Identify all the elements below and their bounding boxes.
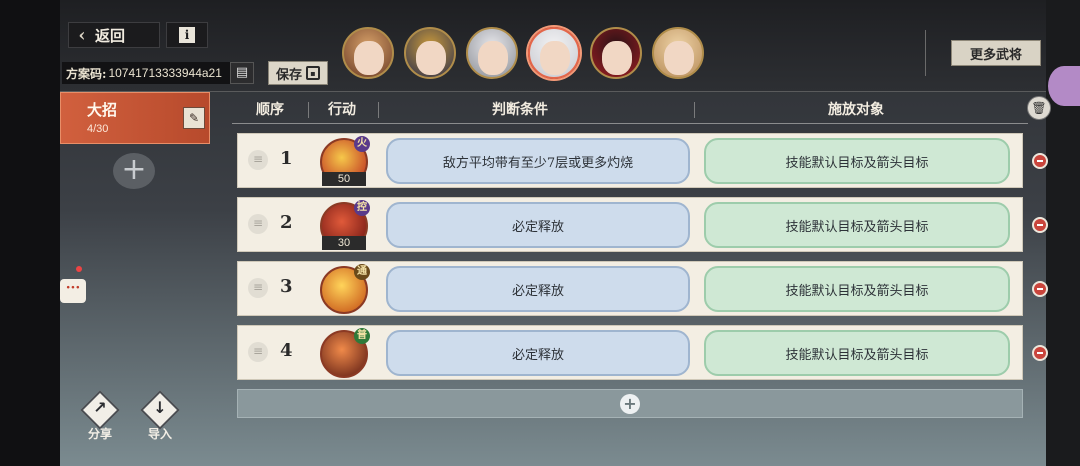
clipboard-icon: ▤ [235,65,249,80]
add-tab-button[interactable]: + [113,153,155,189]
floppy-icon: ▪ [306,66,320,80]
more-generals-label: 更多武将 [969,47,1022,63]
avatar-general-4[interactable] [528,27,580,79]
drag-handle-icon[interactable]: ≡ [248,342,268,362]
share-label: 分享 [87,427,112,441]
avatar-face [354,41,384,75]
avatar-face [664,41,694,75]
skill-row[interactable]: ≡ 4 普必定释放 技能默认目标及箭头目标 [237,325,1023,380]
column-action: 行动 [328,102,356,118]
skill-row[interactable]: ≡ 3 通必定释放 技能默认目标及箭头目标 [237,261,1023,316]
avatar-general-5[interactable] [590,27,642,79]
row-order: 3 [280,276,293,297]
avatar-general-3[interactable] [466,27,518,79]
chat-icon[interactable]: ··· [60,279,86,303]
edit-icon[interactable]: ✎ [183,107,205,129]
drag-handle-icon[interactable]: ≡ [248,278,268,298]
plan-code: 方案码: 10741713333944a21 [62,62,254,84]
column-condition: 判断条件 [492,102,548,118]
sidebar-tab-count: 4/30 [87,123,109,135]
target-selector[interactable]: 技能默认目标及箭头目标 [704,138,1010,184]
avatar-face [478,41,508,75]
import-label: 导入 [147,427,172,441]
avatar-general-1[interactable] [342,27,394,79]
download-icon: ↓ [153,398,167,417]
left-edge [0,0,60,466]
target-selector[interactable]: 技能默认目标及箭头目标 [704,202,1010,248]
share-button[interactable]: ↗ [80,390,120,430]
row-order: 2 [280,212,293,233]
sidebar-tab-title: 大招 [87,101,118,119]
save-button[interactable]: 保存 ▪ [268,61,328,85]
header-divider [925,30,926,76]
screen: ‹ 返回 i 方案码: 10741713333944a21 ▤ 保存 ▪ 更多武… [0,0,1080,466]
notification-dot [76,266,82,272]
back-button[interactable]: ‹ 返回 [68,22,160,48]
skill-row[interactable]: ≡ 2 控 30 必定释放 技能默认目标及箭头目标 [237,197,1023,252]
skill-type-tag: 火 [354,136,370,152]
avatar-face [416,41,446,75]
skill-cost-badge: 30 [322,236,366,250]
plan-code-label: 方案码: [66,66,107,81]
target-selector[interactable]: 技能默认目标及箭头目标 [704,266,1010,312]
skill-row[interactable]: ≡ 1 火 50 敌方平均带有至少7层或更多灼烧 技能默认目标及箭头目标 [237,133,1023,188]
avatar-general-6[interactable] [652,27,704,79]
skill-type-tag: 普 [354,328,370,344]
chevron-left-icon: ‹ [78,24,86,46]
row-order: 4 [280,340,293,361]
import-button[interactable]: ↓ [140,390,180,430]
condition-selector[interactable]: 必定释放 [386,330,690,376]
back-label: 返回 [95,26,126,45]
side-panel-avatar[interactable] [1048,66,1080,106]
condition-selector[interactable]: 必定释放 [386,202,690,248]
copy-code-button[interactable]: ▤ [230,62,254,84]
avatar-general-2[interactable] [404,27,456,79]
add-row-button[interactable]: + [237,389,1023,418]
condition-selector[interactable]: 敌方平均带有至少7层或更多灼烧 [386,138,690,184]
column-order: 顺序 [256,102,284,118]
share-icon: ↗ [93,398,107,417]
column-target: 施放对象 [828,102,884,118]
info-button[interactable]: i [166,22,208,48]
more-generals-button[interactable]: 更多武将 [951,40,1041,66]
skill-type-tag: 通 [354,264,370,280]
remove-row-icon[interactable] [1032,281,1048,297]
plus-icon: + [620,394,640,414]
avatar-face [540,41,570,75]
save-label: 保存 [275,67,302,83]
skill-type-tag: 控 [354,200,370,216]
avatar-face [602,41,632,75]
sidebar-tab-ultimate[interactable]: 大招 4/30 ✎ [60,92,210,144]
row-order: 1 [280,148,293,169]
target-selector[interactable]: 技能默认目标及箭头目标 [704,330,1010,376]
info-icon: i [179,27,195,43]
plan-code-value: 10741713333944a21 [108,66,222,80]
drag-handle-icon[interactable]: ≡ [248,150,268,170]
trash-icon[interactable]: 🗑 [1027,96,1051,120]
column-headers: 顺序 行动 判断条件 施放对象 [232,94,1028,124]
skill-cost-badge: 50 [322,172,366,186]
drag-handle-icon[interactable]: ≡ [248,214,268,234]
remove-row-icon[interactable] [1032,153,1048,169]
remove-row-icon[interactable] [1032,217,1048,233]
remove-row-icon[interactable] [1032,345,1048,361]
condition-selector[interactable]: 必定释放 [386,266,690,312]
